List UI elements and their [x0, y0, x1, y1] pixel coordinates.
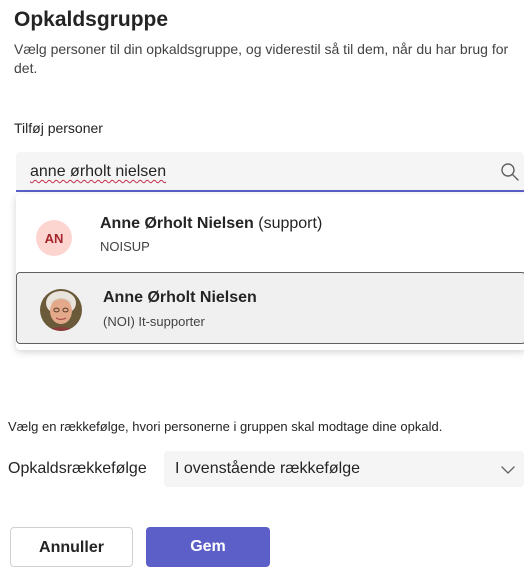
save-button[interactable]: Gem — [146, 527, 270, 567]
page-subtitle: Vælg personer til din opkaldsgruppe, og … — [14, 41, 509, 76]
result-name: Anne Ørholt Nielsen — [103, 289, 257, 306]
search-input[interactable]: anne ørholt nielsen — [16, 152, 524, 192]
cancel-button[interactable]: Annuller — [10, 527, 133, 567]
order-description: Vælg en rækkefølge, hvori personerne i g… — [8, 419, 443, 434]
search-results-dropdown: AN Anne Ørholt Nielsen (support) NOISUP … — [16, 194, 524, 350]
search-result-item[interactable]: AN Anne Ørholt Nielsen (support) NOISUP — [16, 200, 524, 272]
avatar-photo — [40, 289, 82, 331]
result-subtitle: NOISUP — [100, 239, 150, 254]
order-select[interactable]: I ovenstående rækkefølge — [164, 451, 524, 487]
result-subtitle: (NOI) It-supporter — [103, 314, 205, 329]
search-input-value[interactable]: anne ørholt nielsen — [30, 163, 166, 181]
search-icon[interactable] — [500, 162, 520, 182]
chevron-down-icon — [501, 466, 515, 474]
add-people-label: Tilføj personer — [14, 120, 103, 136]
page-title: Opkaldsgruppe — [14, 8, 169, 31]
result-name: Anne Ørholt Nielsen (support) — [100, 215, 323, 232]
order-label: Opkaldsrækkefølge — [8, 460, 147, 477]
avatar: AN — [36, 220, 72, 256]
search-result-item-selected[interactable]: Anne Ørholt Nielsen (NOI) It-supporter — [16, 272, 524, 344]
order-select-value: I ovenstående rækkefølge — [175, 460, 360, 477]
